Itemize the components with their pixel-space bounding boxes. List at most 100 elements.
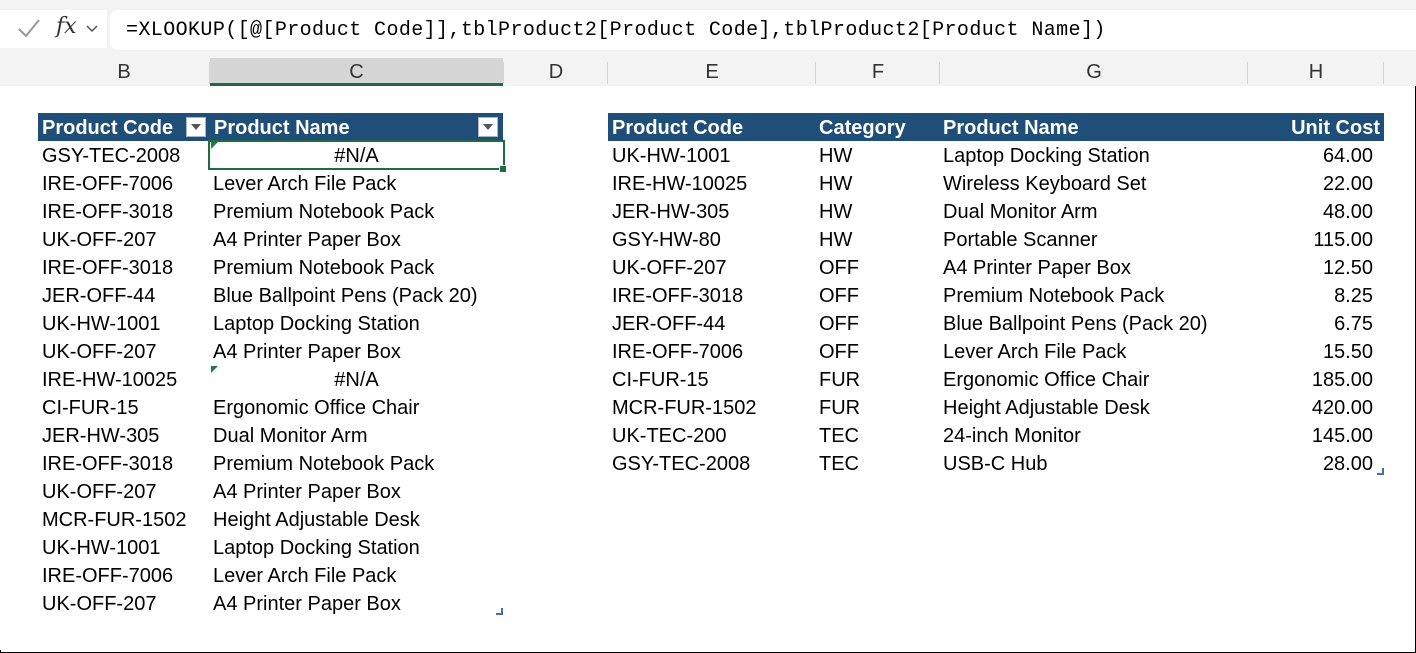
table2-header-product-name[interactable]: Product Name: [943, 113, 1079, 141]
table2-cell-unit-cost[interactable]: 115.00: [1248, 225, 1373, 253]
table2-header-unit-cost[interactable]: Unit Cost: [1291, 113, 1380, 141]
table2-cell-category[interactable]: OFF: [819, 337, 859, 365]
selected-cell-outline[interactable]: [208, 140, 505, 170]
table1-cell-product-code[interactable]: UK-HW-1001: [42, 533, 161, 561]
table2-cell-product-code[interactable]: IRE-OFF-7006: [612, 337, 743, 365]
fill-handle[interactable]: [499, 165, 507, 173]
table1-cell-product-code[interactable]: UK-OFF-207: [42, 225, 156, 253]
table1-cell-product-name[interactable]: #N/A: [210, 365, 503, 393]
table2-cell-unit-cost[interactable]: 8.25: [1248, 281, 1373, 309]
table1-header-product-name[interactable]: Product Name: [214, 113, 350, 141]
table2-cell-product-name[interactable]: Blue Ballpoint Pens (Pack 20): [943, 309, 1208, 337]
table2-cell-category[interactable]: OFF: [819, 253, 859, 281]
table1-cell-product-name[interactable]: Premium Notebook Pack: [213, 449, 434, 477]
table1-header-product-code[interactable]: Product Code: [42, 113, 173, 141]
table2-cell-category[interactable]: FUR: [819, 365, 860, 393]
table1-cell-product-name[interactable]: A4 Printer Paper Box: [213, 589, 401, 617]
table1-cell-product-name[interactable]: A4 Printer Paper Box: [213, 337, 401, 365]
table2-header-product-code[interactable]: Product Code: [612, 113, 743, 141]
table2-cell-category[interactable]: HW: [819, 141, 852, 169]
table1-cell-product-name[interactable]: Premium Notebook Pack: [213, 253, 434, 281]
filter-dropdown-button[interactable]: [186, 117, 206, 137]
table2-cell-category[interactable]: FUR: [819, 393, 860, 421]
table1-cell-product-code[interactable]: IRE-OFF-3018: [42, 253, 173, 281]
table1-cell-product-code[interactable]: IRE-OFF-7006: [42, 561, 173, 589]
column-header-f[interactable]: F: [816, 58, 940, 86]
table1-cell-product-code[interactable]: UK-OFF-207: [42, 477, 156, 505]
column-header-g[interactable]: G: [940, 58, 1248, 86]
column-header-e[interactable]: E: [608, 58, 816, 86]
table2-cell-unit-cost[interactable]: 22.00: [1248, 169, 1373, 197]
table1-cell-product-name[interactable]: Height Adjustable Desk: [213, 505, 420, 533]
table1-cell-product-name[interactable]: Lever Arch File Pack: [213, 561, 396, 589]
table1-cell-product-name[interactable]: Lever Arch File Pack: [213, 169, 396, 197]
table1-cell-product-code[interactable]: JER-HW-305: [42, 421, 159, 449]
table1-cell-product-code[interactable]: MCR-FUR-1502: [42, 505, 186, 533]
table2-cell-product-name[interactable]: Height Adjustable Desk: [943, 393, 1150, 421]
table2-cell-unit-cost[interactable]: 6.75: [1248, 309, 1373, 337]
table2-cell-product-name[interactable]: Wireless Keyboard Set: [943, 169, 1146, 197]
chevron-down-icon[interactable]: [86, 24, 98, 34]
table2-cell-unit-cost[interactable]: 12.50: [1248, 253, 1373, 281]
check-icon[interactable]: [16, 16, 42, 40]
table1-cell-product-code[interactable]: IRE-OFF-7006: [42, 169, 173, 197]
column-header-h[interactable]: H: [1248, 58, 1384, 86]
table1-cell-product-code[interactable]: UK-HW-1001: [42, 309, 161, 337]
table1-cell-product-code[interactable]: UK-OFF-207: [42, 337, 156, 365]
table1-cell-product-code[interactable]: GSY-TEC-2008: [42, 141, 180, 169]
table1-cell-product-code[interactable]: IRE-OFF-3018: [42, 197, 173, 225]
table2-cell-product-code[interactable]: JER-HW-305: [612, 197, 729, 225]
table2-cell-product-name[interactable]: Premium Notebook Pack: [943, 281, 1164, 309]
table2-cell-product-code[interactable]: MCR-FUR-1502: [612, 393, 756, 421]
table2-cell-product-code[interactable]: IRE-OFF-3018: [612, 281, 743, 309]
table1-cell-product-name[interactable]: Laptop Docking Station: [213, 533, 420, 561]
filter-dropdown-button[interactable]: [478, 117, 498, 137]
table2-cell-category[interactable]: OFF: [819, 281, 859, 309]
table1-cell-product-code[interactable]: IRE-OFF-3018: [42, 449, 173, 477]
table2-cell-category[interactable]: HW: [819, 225, 852, 253]
table2-cell-category[interactable]: TEC: [819, 449, 859, 477]
table2-cell-unit-cost[interactable]: 185.00: [1248, 365, 1373, 393]
table2-cell-product-code[interactable]: GSY-HW-80: [612, 225, 721, 253]
table2-cell-product-code[interactable]: GSY-TEC-2008: [612, 449, 750, 477]
table2-header-category[interactable]: Category: [819, 113, 906, 141]
table2-cell-product-name[interactable]: 24-inch Monitor: [943, 421, 1081, 449]
table2-cell-product-name[interactable]: Ergonomic Office Chair: [943, 365, 1149, 393]
table1-cell-product-code[interactable]: UK-OFF-207: [42, 589, 156, 617]
table2-cell-product-name[interactable]: Dual Monitor Arm: [943, 197, 1098, 225]
table2-cell-product-name[interactable]: A4 Printer Paper Box: [943, 253, 1131, 281]
table2-cell-category[interactable]: HW: [819, 169, 852, 197]
table1-cell-product-name[interactable]: A4 Printer Paper Box: [213, 477, 401, 505]
table1-resize-handle[interactable]: [496, 608, 503, 615]
table2-cell-product-code[interactable]: UK-HW-1001: [612, 141, 731, 169]
column-header-c[interactable]: C: [210, 58, 503, 86]
table2-cell-product-name[interactable]: Portable Scanner: [943, 225, 1098, 253]
table2-cell-category[interactable]: OFF: [819, 309, 859, 337]
table2-cell-unit-cost[interactable]: 420.00: [1248, 393, 1373, 421]
table2-cell-product-name[interactable]: Lever Arch File Pack: [943, 337, 1126, 365]
table2-cell-product-code[interactable]: UK-TEC-200: [612, 421, 726, 449]
table2-cell-product-name[interactable]: Laptop Docking Station: [943, 141, 1150, 169]
table1-cell-product-code[interactable]: JER-OFF-44: [42, 281, 155, 309]
table1-cell-product-code[interactable]: IRE-HW-10025: [42, 365, 177, 393]
table1-cell-product-name[interactable]: A4 Printer Paper Box: [213, 225, 401, 253]
table1-cell-product-name[interactable]: Blue Ballpoint Pens (Pack 20): [213, 281, 478, 309]
table2-cell-unit-cost[interactable]: 145.00: [1248, 421, 1373, 449]
fx-icon[interactable]: fx: [56, 14, 77, 39]
table2-cell-unit-cost[interactable]: 64.00: [1248, 141, 1373, 169]
table2-cell-product-code[interactable]: JER-OFF-44: [612, 309, 725, 337]
table2-cell-category[interactable]: TEC: [819, 421, 859, 449]
table2-cell-category[interactable]: HW: [819, 197, 852, 225]
column-header-d[interactable]: D: [504, 58, 608, 86]
table1-cell-product-name[interactable]: Dual Monitor Arm: [213, 421, 368, 449]
column-header-b[interactable]: B: [38, 58, 210, 86]
table2-cell-product-code[interactable]: IRE-HW-10025: [612, 169, 747, 197]
table2-cell-product-name[interactable]: USB-C Hub: [943, 449, 1047, 477]
table2-cell-unit-cost[interactable]: 15.50: [1248, 337, 1373, 365]
table1-cell-product-name[interactable]: Laptop Docking Station: [213, 309, 420, 337]
table2-cell-product-code[interactable]: UK-OFF-207: [612, 253, 726, 281]
table2-cell-unit-cost[interactable]: 48.00: [1248, 197, 1373, 225]
error-indicator-icon[interactable]: [211, 366, 218, 373]
table2-cell-product-code[interactable]: CI-FUR-15: [612, 365, 709, 393]
table2-cell-unit-cost[interactable]: 28.00: [1248, 449, 1373, 477]
